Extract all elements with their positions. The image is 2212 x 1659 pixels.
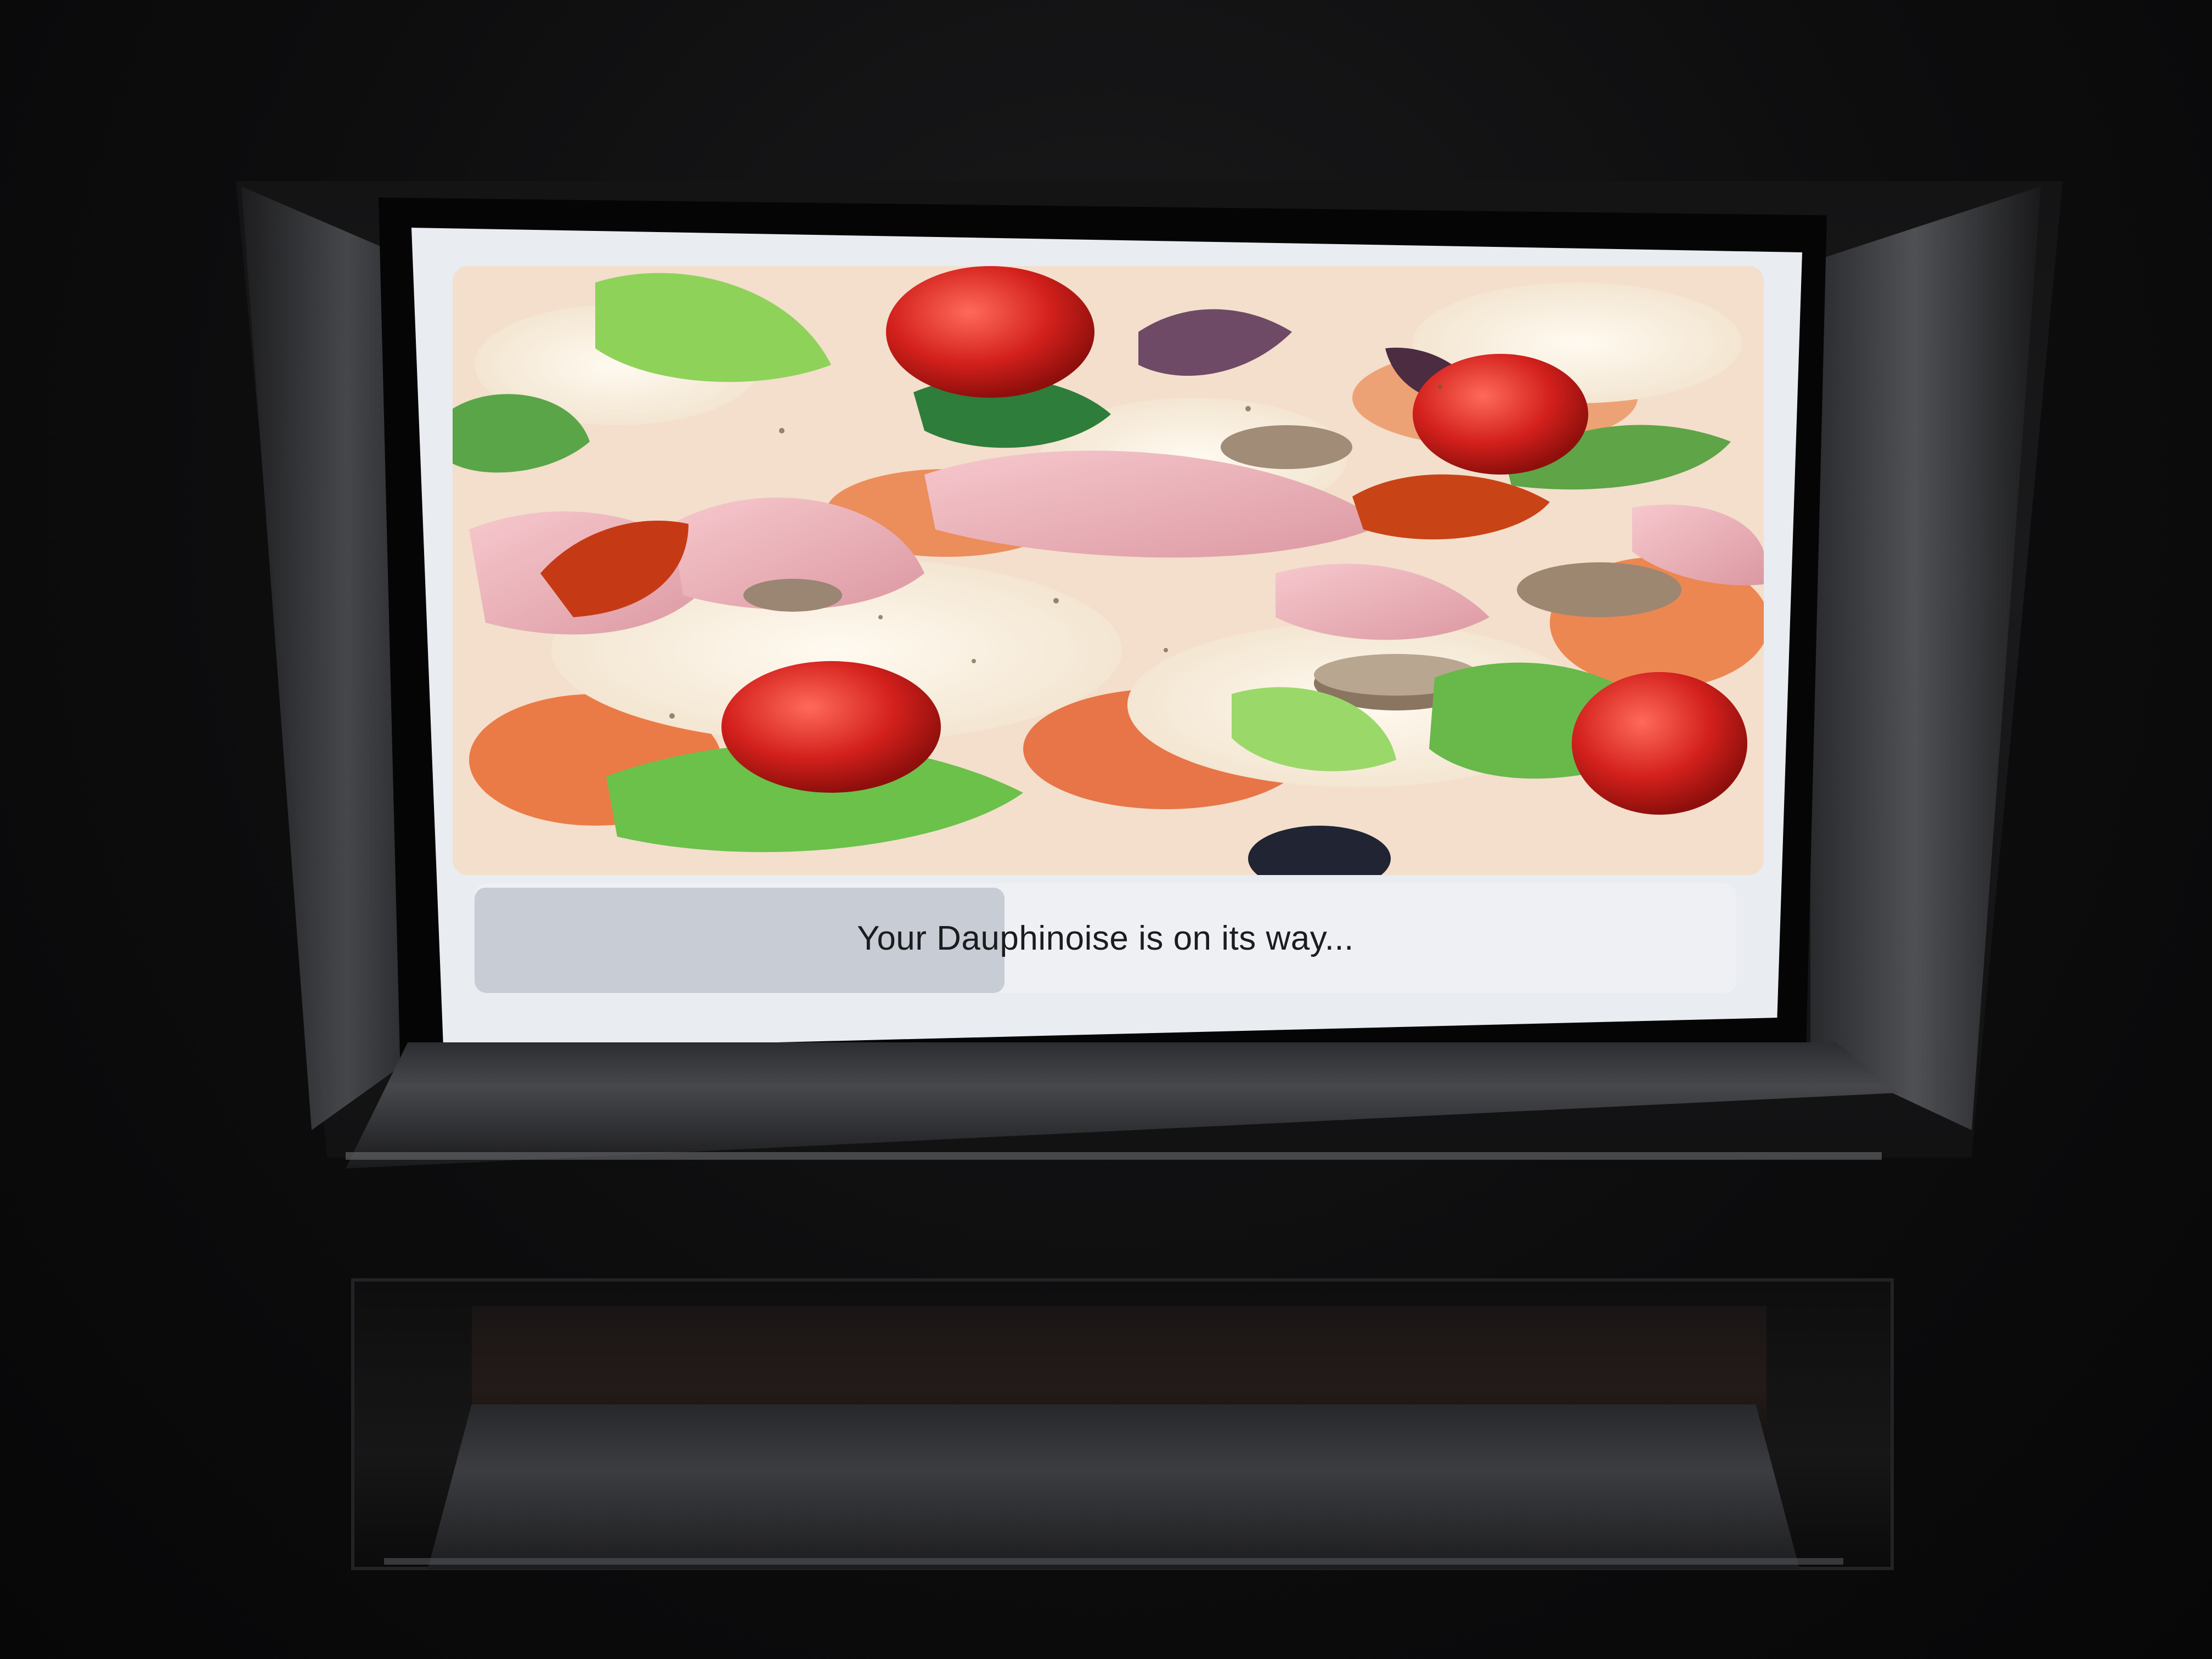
order-status-message: Your Dauphinoise is on its way... [857,919,1354,957]
order-progress-bar: Your Dauphinoise is on its way... [475,883,1736,993]
pizza-illustration [453,266,1764,875]
bezel-right-panel [1810,187,2041,1130]
kiosk-machine: Your Dauphinoise is on its way... [0,0,2212,1659]
ledge-edge [346,1152,1882,1160]
delivery-hatch-door[interactable] [427,1404,1800,1569]
hatch-edge [384,1558,1843,1565]
hero-image-pizza [453,266,1764,875]
kiosk-display: Your Dauphinoise is on its way... [411,228,1802,1051]
